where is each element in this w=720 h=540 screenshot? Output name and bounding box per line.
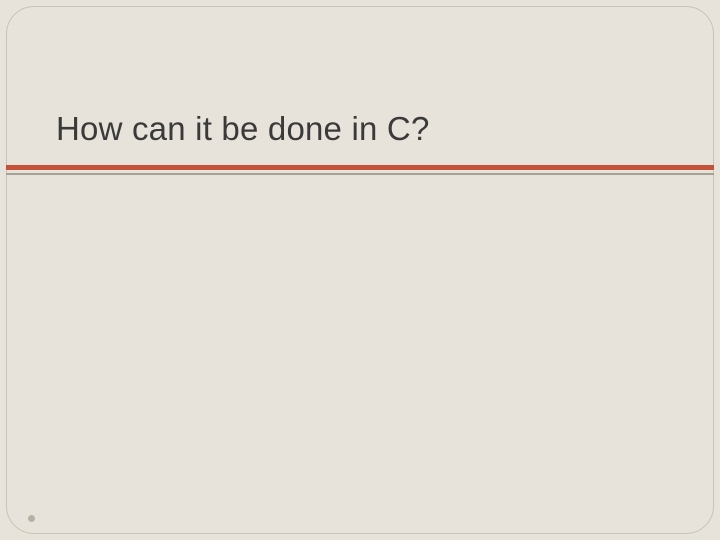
- divider-secondary-line: [6, 173, 714, 175]
- divider-accent-line: [6, 165, 714, 170]
- title-area: How can it be done in C?: [56, 110, 680, 148]
- footer-bullet-icon: [28, 515, 35, 522]
- divider-group: [6, 165, 714, 175]
- slide-title: How can it be done in C?: [56, 110, 680, 148]
- slide-frame: [6, 6, 714, 534]
